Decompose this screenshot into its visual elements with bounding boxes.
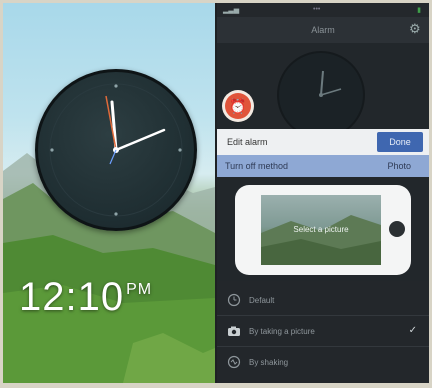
option-label: By taking a picture — [249, 327, 315, 336]
status-bar: ▂▃▅ ••• ▮ — [217, 3, 429, 17]
turn-off-options-list: Default By taking a picture ✓ By shaking — [217, 281, 429, 383]
checkmark-icon: ✓ — [408, 325, 417, 336]
option-default[interactable]: Default — [217, 285, 429, 316]
option-by-taking-picture[interactable]: By taking a picture ✓ — [217, 316, 429, 347]
option-label: Default — [249, 296, 275, 305]
screen-title: Alarm — [311, 25, 335, 35]
option-by-shaking[interactable]: By shaking — [217, 347, 429, 377]
mini-clock — [277, 51, 365, 139]
home-button-icon — [389, 221, 405, 237]
option-label: By shaking — [249, 358, 289, 367]
alarm-settings-screen: ▂▃▅ ••• ▮ Alarm ⚙ ⏰ Edit alarm Done Turn… — [217, 3, 429, 383]
status-dot-icon: ••• — [313, 6, 321, 13]
clock-icon — [227, 293, 241, 307]
picture-preview-area: Select a picture — [217, 177, 429, 281]
home-screen: 12:10 PM — [3, 3, 215, 383]
edit-alarm-bar: Edit alarm Done — [217, 129, 429, 156]
camera-icon — [227, 324, 241, 338]
dimmed-clock-area — [217, 43, 429, 139]
picture-preview[interactable]: Select a picture — [261, 195, 381, 265]
ampm-label: PM — [126, 281, 153, 298]
top-bar: Alarm ⚙ — [217, 17, 429, 43]
edit-alarm-label: Edit alarm — [227, 137, 268, 147]
gear-icon[interactable]: ⚙ — [409, 22, 423, 36]
photo-frame: 12:10PM ▂▃▅ ••• ▮ Alarm ⚙ ⏰ Edit alarm — [3, 3, 429, 383]
time-text: 12:10 — [19, 275, 125, 319]
turn-off-method-row[interactable]: Turn off method Photo — [217, 155, 429, 177]
alarm-badge-icon[interactable]: ⏰ — [225, 93, 251, 119]
signal-icon: ▂▃▅ — [223, 7, 240, 14]
clock-face — [49, 83, 183, 217]
analog-clock-widget[interactable] — [35, 69, 197, 231]
turn-off-method-value: Photo — [387, 161, 411, 171]
battery-icon: ▮ — [417, 7, 421, 14]
phone-illustration[interactable]: Select a picture — [235, 185, 411, 275]
done-button[interactable]: Done — [377, 132, 423, 152]
select-picture-caption: Select a picture — [293, 225, 349, 234]
shake-icon — [227, 355, 241, 369]
minute-hand — [114, 128, 166, 152]
digital-time: 12:10 PM — [19, 275, 152, 320]
turn-off-method-label: Turn off method — [225, 161, 289, 171]
